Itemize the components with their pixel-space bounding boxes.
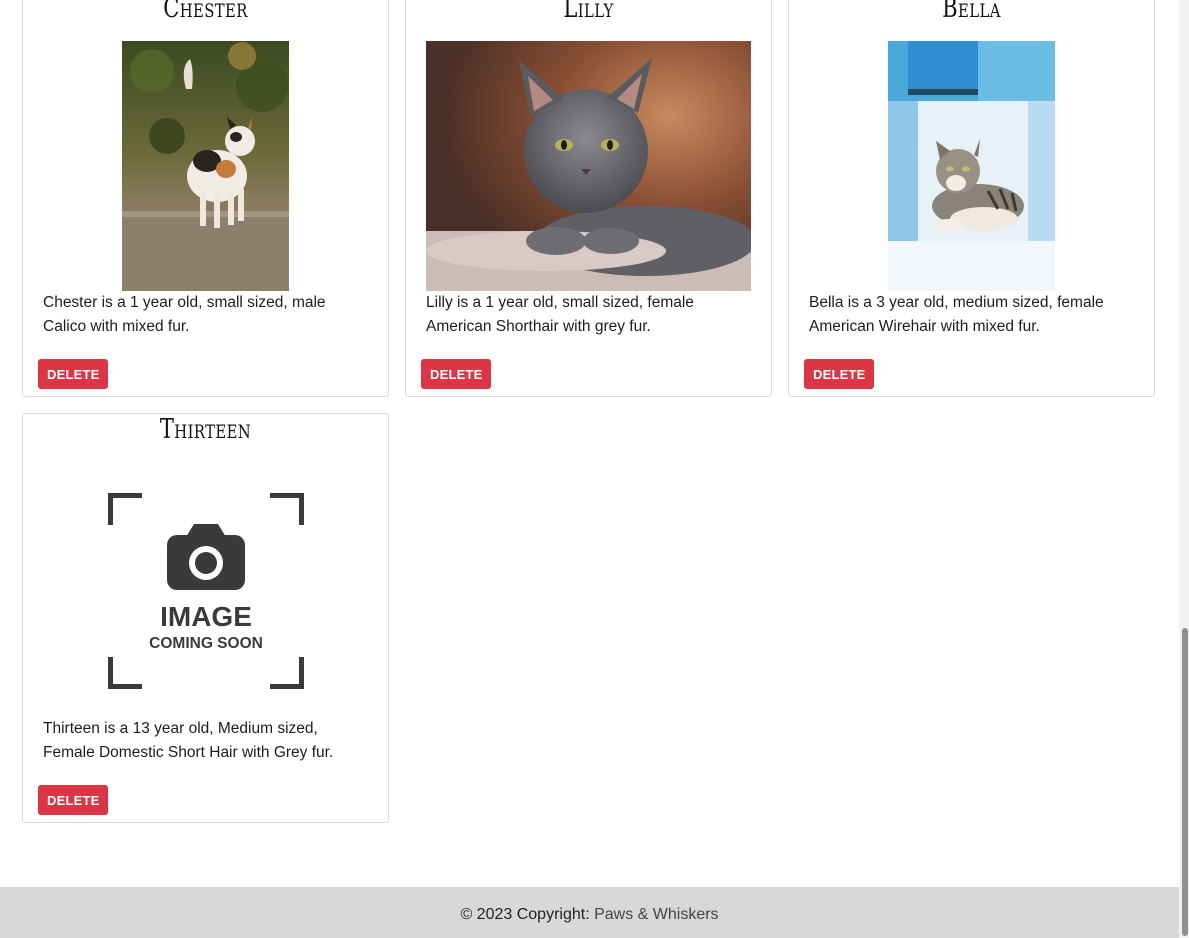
cat-photo bbox=[888, 41, 1055, 291]
camera-icon: IMAGE COMING SOON bbox=[108, 493, 304, 689]
footer-copyright: © 2023 Copyright: bbox=[460, 906, 595, 923]
card-description: Lilly is a 1 year old, small sized, fema… bbox=[426, 294, 694, 335]
cat-card-lilly: Lilly Lilly is a 1 year old, small sized… bbox=[405, 0, 772, 397]
card-description: Thirteen is a 13 year old, Medium sized,… bbox=[43, 720, 334, 761]
image-placeholder: IMAGE COMING SOON bbox=[108, 493, 304, 689]
cat-card-thirteen: Thirteen IMAGE COMING SOON Thirteen is a… bbox=[22, 413, 389, 823]
card-description: Chester is a 1 year old, small sized, ma… bbox=[43, 294, 326, 335]
footer: © 2023 Copyright: Paws & Whiskers bbox=[0, 887, 1179, 938]
page: Chester Chester is a 1 year old, small s… bbox=[0, 0, 1189, 938]
scrollbar-thumb[interactable] bbox=[1182, 628, 1188, 936]
delete-button[interactable]: DELETE bbox=[421, 359, 492, 389]
vertical-scrollbar[interactable] bbox=[1179, 0, 1189, 938]
footer-brand-link[interactable]: Paws & Whiskers bbox=[594, 906, 718, 923]
card-title: Chester bbox=[163, 0, 248, 24]
grey-kitten-image bbox=[426, 41, 751, 291]
tabby-cat-image bbox=[888, 41, 1055, 291]
card-title: Bella bbox=[942, 0, 1001, 24]
calico-cat-image bbox=[122, 41, 289, 291]
delete-button[interactable]: DELETE bbox=[804, 359, 875, 389]
cat-card-bella: Bella Bella is a 3 year old, medium size… bbox=[788, 0, 1155, 397]
card-title: Lilly bbox=[563, 0, 614, 24]
cat-photo bbox=[122, 41, 289, 291]
placeholder-text-line2: COMING SOON bbox=[149, 635, 263, 652]
placeholder-text-line1: IMAGE bbox=[160, 601, 252, 632]
cat-photo bbox=[426, 41, 751, 291]
delete-button[interactable]: DELETE bbox=[38, 359, 109, 389]
card-title: Thirteen bbox=[159, 414, 252, 445]
cat-card-chester: Chester Chester is a 1 year old, small s… bbox=[22, 0, 389, 397]
delete-button[interactable]: DELETE bbox=[38, 785, 109, 815]
card-description: Bella is a 3 year old, medium sized, fem… bbox=[809, 294, 1104, 335]
